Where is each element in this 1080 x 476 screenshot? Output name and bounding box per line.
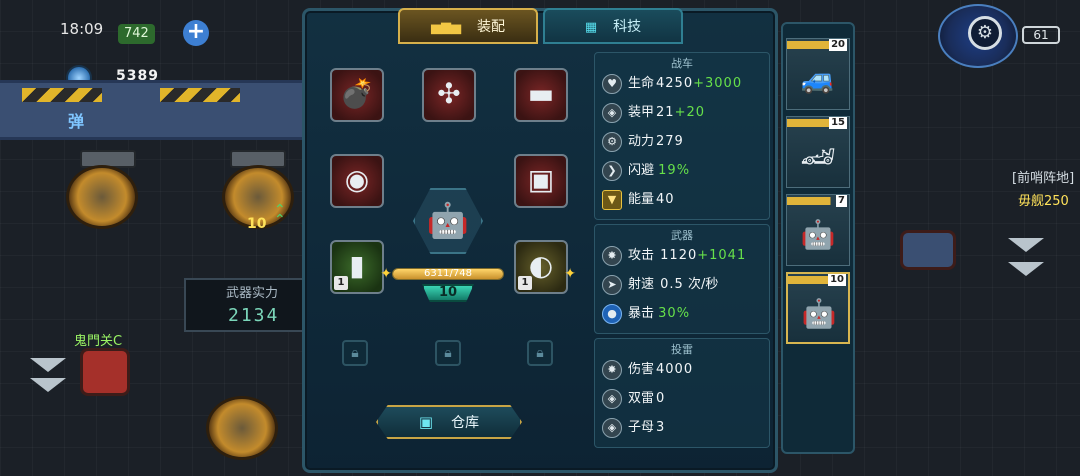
rank-chevron-icon bbox=[1008, 262, 1044, 276]
stat-double-mine: ◈ 双雷 0 bbox=[602, 387, 665, 411]
vehicle-stats-title: 战车 bbox=[671, 57, 693, 70]
engine-icon: ⚙ bbox=[602, 132, 622, 152]
turret-level: 10 bbox=[247, 216, 267, 232]
cannon-icon: ▬ bbox=[527, 77, 555, 110]
clock: 18:09 bbox=[60, 20, 104, 38]
mech-icon: 🤖 bbox=[426, 201, 470, 241]
exp-text: 6311/748 bbox=[424, 268, 472, 279]
attack-icon: ✸ bbox=[602, 246, 622, 266]
equip-slot-propeller[interactable]: ✣ bbox=[422, 68, 476, 122]
stat-energy: ▼ 能量 40 bbox=[602, 188, 675, 212]
add-resource-button[interactable]: + bbox=[183, 20, 209, 46]
enemy-vehicle[interactable] bbox=[80, 348, 130, 396]
stat-mine-damage: ✸ 伤害 4000 bbox=[602, 358, 693, 382]
hazard-stripe bbox=[160, 88, 240, 102]
weapon-power-label: 武器实力 bbox=[226, 286, 279, 301]
rank-chevron-icon bbox=[1008, 238, 1044, 252]
shield-core-icon: ◉ bbox=[344, 163, 370, 196]
battery-indicator: 61 bbox=[1022, 26, 1060, 44]
turret-base[interactable] bbox=[66, 165, 138, 229]
weapon-power-value: 2134 bbox=[228, 305, 280, 326]
vehicle-level-badge: 10 bbox=[422, 284, 474, 302]
fire-rate-icon: ➤ bbox=[602, 275, 622, 295]
equip-slot-shield-core[interactable]: ◉ bbox=[330, 154, 384, 208]
vehicle-level: 20 bbox=[829, 39, 847, 51]
mech-icon: 🤖 bbox=[801, 297, 837, 330]
ammo-tag[interactable]: 弹 bbox=[68, 108, 84, 132]
stat-cluster-mine: ◈ 子母 3 bbox=[602, 416, 665, 440]
propeller-icon: ✣ bbox=[437, 77, 461, 110]
weapon-stats-title: 武器 bbox=[671, 229, 693, 242]
tab-technology[interactable]: ▦ 科技 bbox=[543, 8, 683, 44]
vehicle-card[interactable]: 7 🤖 bbox=[786, 194, 850, 266]
equip-slot-mortar[interactable]: ◐ 1 ✦ bbox=[514, 240, 576, 294]
star-icon: ✦ bbox=[564, 266, 576, 282]
vehicle-card[interactable]: 15 🏎 bbox=[786, 116, 850, 188]
dodge-icon: ❯ bbox=[602, 161, 622, 181]
locked-slot-lock-icon[interactable]: 🔒︎ bbox=[435, 340, 461, 366]
battery-icon: ▮ bbox=[349, 249, 365, 282]
energy-icon: ▼ bbox=[602, 190, 622, 210]
storage-button[interactable]: ▣ 仓库 bbox=[376, 405, 522, 439]
mortar-icon: ◐ bbox=[528, 249, 554, 282]
slot-level: 1 bbox=[518, 276, 532, 290]
vehicle-level: 10 bbox=[828, 274, 846, 286]
turret-base[interactable] bbox=[206, 396, 278, 460]
mech-icon: 🤖 bbox=[800, 218, 836, 251]
enemy-name: 鬼門关C bbox=[74, 334, 123, 349]
tab-assembly[interactable]: ▅▆▅ 装配 bbox=[398, 8, 538, 44]
cluster-mine-icon: ◈ bbox=[602, 418, 622, 438]
chip-icon: ▦ bbox=[584, 20, 598, 35]
monitor-icon: ▣ bbox=[527, 163, 555, 196]
player-name: 毋舰250 bbox=[1018, 194, 1069, 209]
hazard-stripe bbox=[22, 88, 102, 102]
stat-power: ⚙ 动力 279 bbox=[602, 130, 684, 154]
armor-icon: ◈ bbox=[602, 103, 622, 123]
rank-chevron-icon bbox=[30, 378, 66, 392]
stat-attack: ✸ 攻击 1120+1041 bbox=[602, 244, 746, 268]
stat-crit: ● 暴击 30% bbox=[602, 302, 690, 326]
locked-slot-lock-icon[interactable]: 🔒︎ bbox=[527, 340, 553, 366]
settings-gear-icon[interactable]: ⚙ bbox=[968, 16, 1002, 50]
star-icon: ✦ bbox=[380, 266, 392, 282]
heart-icon: ♥ bbox=[602, 74, 622, 94]
slot-level: 1 bbox=[334, 276, 348, 290]
vehicle-card[interactable]: 20 🚙 bbox=[786, 38, 850, 110]
double-mine-icon: ◈ bbox=[602, 389, 622, 409]
stat-hp: ♥ 生命 4250+3000 bbox=[602, 72, 742, 96]
storage-icon: ▣ bbox=[418, 413, 434, 431]
buggy-icon: 🏎 bbox=[800, 140, 836, 173]
mine-stats-title: 投雷 bbox=[671, 343, 693, 356]
equip-slot-bomb[interactable]: 💣 bbox=[330, 68, 384, 122]
stat-dodge: ❯ 闪避 19% bbox=[602, 159, 690, 183]
tank-icon: 🚙 bbox=[800, 62, 836, 95]
vehicle-card-selected[interactable]: 10 🤖 bbox=[786, 272, 850, 344]
equip-slot-battery[interactable]: ▮ 1 ✦ bbox=[330, 240, 392, 294]
bomb-icon: 💣 bbox=[339, 77, 375, 110]
crit-icon: ● bbox=[602, 304, 622, 324]
zone-label: [前哨阵地] bbox=[1012, 171, 1075, 186]
stat-armor: ◈ 装甲 21+20 bbox=[602, 101, 705, 125]
damage-icon: ✸ bbox=[602, 360, 622, 380]
upgrade-arrows-icon: ⌃ ⌃ bbox=[274, 202, 286, 228]
resource-badge: 742 bbox=[118, 24, 155, 44]
stat-fire-rate: ➤ 射速 0.5 次/秒 bbox=[602, 273, 718, 297]
rank-chevron-icon bbox=[30, 358, 66, 372]
vehicle-level: 7 bbox=[836, 195, 847, 207]
tank-icon: ▅▆▅ bbox=[431, 20, 461, 35]
locked-slot-lock-icon[interactable]: 🔒︎ bbox=[342, 340, 368, 366]
ally-vehicle[interactable] bbox=[900, 230, 956, 270]
equip-slot-cannon[interactable]: ▬ bbox=[514, 68, 568, 122]
equip-slot-monitor[interactable]: ▣ bbox=[514, 154, 568, 208]
vehicle-level: 15 bbox=[829, 117, 847, 129]
